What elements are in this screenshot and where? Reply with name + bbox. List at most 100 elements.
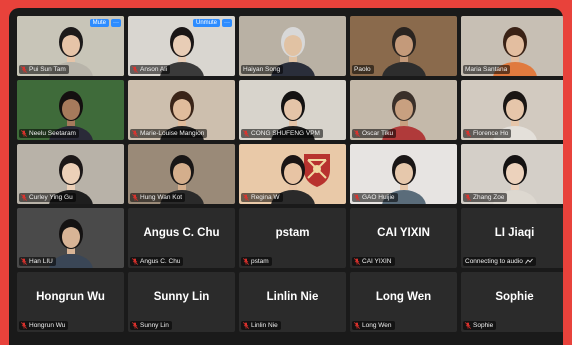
participant-name-label: Marie-Louise Mangion (140, 130, 205, 137)
participant-tile[interactable]: Haiyan Song (239, 16, 346, 76)
participant-name-bar: Hongrun Wu (19, 321, 69, 330)
participant-figure (381, 27, 426, 76)
participant-tile[interactable]: Hongrun Wu Hongrun Wu (17, 272, 124, 332)
participant-name-bar: Haiyan Song (241, 65, 284, 74)
participant-name-label: Sophie (473, 322, 494, 329)
participant-name-label: Han LIU (29, 258, 53, 265)
participant-display-name: CAI YIXIN (377, 227, 430, 239)
participant-name-label: Regina W (251, 194, 280, 201)
participant-name-label: Haiyan Song (243, 66, 281, 73)
participant-name-label: CAI YIXIN (362, 258, 392, 265)
participant-name-label: Neelu Seetaram (29, 130, 76, 137)
participant-name-bar: CAI YIXIN (352, 257, 395, 266)
participant-name-label: Hung Wan Kot (140, 194, 183, 201)
participant-name-bar: Sunny Lin (130, 321, 172, 330)
participant-tile[interactable]: Hung Wan Kot (128, 144, 235, 204)
participant-tile[interactable]: Zhang Zoe (461, 144, 563, 204)
participant-display-name: Hongrun Wu (36, 291, 105, 303)
participant-display-name: Angus C. Chu (143, 227, 220, 239)
participant-name-label: CONG SHUFENG VPM (251, 130, 320, 137)
participant-name-bar: Anson Ali (130, 65, 171, 74)
participant-name-label: Curley Ying Gu (29, 194, 73, 201)
more-options-icon[interactable]: ··· (222, 19, 232, 27)
participant-name-bar: pstam (241, 257, 272, 266)
participant-tile[interactable]: Angus C. Chu Angus C. Chu (128, 208, 235, 268)
participant-tile[interactable]: Sophie Sophie (461, 272, 563, 332)
mic-muted-icon (354, 322, 360, 329)
mic-muted-icon (132, 66, 138, 73)
participant-tile[interactable]: LI Jiaqi Connecting to audio (461, 208, 563, 268)
participant-name-bar: GAO Huijie (352, 193, 398, 202)
mic-muted-icon (465, 130, 471, 137)
participant-tile[interactable]: Unmute ··· Anson Ali (128, 16, 235, 76)
participant-display-name: Long Wen (375, 291, 432, 303)
mic-muted-icon (21, 258, 27, 265)
more-options-icon[interactable]: ··· (111, 19, 121, 27)
mic-muted-icon (132, 258, 138, 265)
participant-tile[interactable]: Mute ··· Pui Sun Tam (17, 16, 124, 76)
participant-name-label: Pui Sun Tam (29, 66, 66, 73)
participant-name-bar: Marie-Louise Mangion (130, 129, 208, 138)
mic-muted-icon (354, 258, 360, 265)
participant-name-bar: Zhang Zoe (463, 193, 508, 202)
mic-muted-icon (132, 194, 138, 201)
participant-tile[interactable]: Paolo (350, 16, 457, 76)
participant-name-bar: Linlin Nie (241, 321, 281, 330)
gallery-grid: Mute ··· Pui Sun Tam Unmute ··· Anson Ali Haiy… (17, 16, 563, 332)
participant-name-bar: Curley Ying Gu (19, 193, 76, 202)
participant-name-bar: Hung Wan Kot (130, 193, 186, 202)
participant-display-name: LI Jiaqi (494, 227, 535, 239)
participant-tile[interactable]: Regina W (239, 144, 346, 204)
participant-name-label: Angus C. Chu (140, 258, 181, 265)
mic-muted-icon (21, 66, 27, 73)
participant-name-bar: Han LIU (19, 257, 56, 266)
participant-tile[interactable]: Curley Ying Gu (17, 144, 124, 204)
mute-button[interactable]: Mute (89, 19, 109, 27)
participant-name-bar: Maria Santana (463, 65, 511, 74)
mic-muted-icon (465, 194, 471, 201)
mic-muted-icon (465, 322, 471, 329)
participant-tile[interactable]: Florence Ho (461, 80, 563, 140)
participant-name-bar: Sophie (463, 321, 497, 330)
participant-name-bar: Long Wen (352, 321, 395, 330)
participant-tile[interactable]: Maria Santana (461, 16, 563, 76)
participant-tile[interactable]: CAI YIXIN CAI YIXIN (350, 208, 457, 268)
participant-name-label: Paolo (354, 66, 371, 73)
mic-muted-icon (132, 130, 138, 137)
participant-name-label: pstam (251, 258, 269, 265)
mic-muted-icon (21, 194, 27, 201)
participant-name-label: Anson Ali (140, 66, 168, 73)
mic-muted-icon (21, 130, 27, 137)
meeting-window: Mute ··· Pui Sun Tam Unmute ··· Anson Ali Haiy… (9, 8, 563, 345)
participant-name-bar: Florence Ho (463, 129, 512, 138)
participant-tile[interactable]: Long Wen Long Wen (350, 272, 457, 332)
mic-muted-icon (243, 194, 249, 201)
participant-name-bar: Paolo (352, 65, 374, 74)
participant-tile[interactable]: Sunny Lin Sunny Lin (128, 272, 235, 332)
unmute-button[interactable]: Unmute (192, 19, 220, 27)
participant-name-label: Oscar Tiku (362, 130, 394, 137)
participant-tile[interactable]: GAO Huijie (350, 144, 457, 204)
participant-display-name: Sunny Lin (153, 291, 210, 303)
participant-tile[interactable]: CONG SHUFENG VPM (239, 80, 346, 140)
participant-display-name: Sophie (495, 291, 534, 303)
participant-tile[interactable]: Marie-Louise Mangion (128, 80, 235, 140)
participant-name-label: Long Wen (362, 322, 392, 329)
tile-controls: Mute ··· (89, 19, 121, 27)
participant-tile[interactable]: Han LIU (17, 208, 124, 268)
mic-muted-icon (354, 194, 360, 201)
mic-muted-icon (354, 130, 360, 137)
participant-name-bar: Oscar Tiku (352, 129, 397, 138)
participant-tile[interactable]: pstam pstam (239, 208, 346, 268)
participant-name-bar: Connecting to audio (463, 257, 536, 266)
participant-name-label: Connecting to audio (465, 258, 523, 265)
tile-controls: Unmute ··· (192, 19, 232, 27)
participant-name-label: Hongrun Wu (29, 322, 66, 329)
participant-name-bar: Neelu Seetaram (19, 129, 79, 138)
participant-name-label: Sunny Lin (140, 322, 169, 329)
participant-name-label: Zhang Zoe (473, 194, 505, 201)
participant-tile[interactable]: Oscar Tiku (350, 80, 457, 140)
mic-muted-icon (21, 322, 27, 329)
participant-tile[interactable]: Neelu Seetaram (17, 80, 124, 140)
participant-tile[interactable]: Linlin Nie Linlin Nie (239, 272, 346, 332)
